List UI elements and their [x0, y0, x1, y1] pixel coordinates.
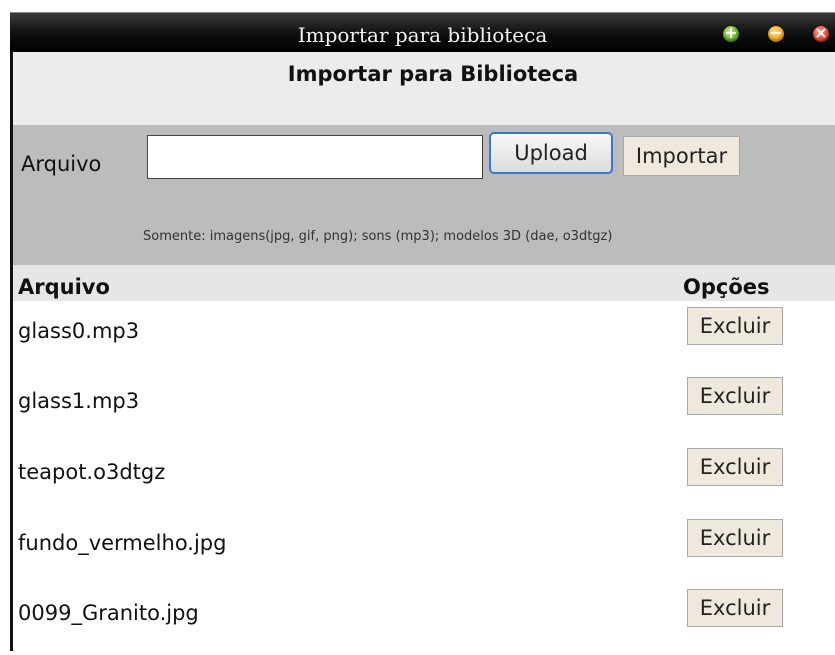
delete-button[interactable]: Excluir [687, 377, 783, 415]
file-name: glass1.mp3 [18, 389, 140, 413]
file-name: 0099_Granito.jpg [18, 601, 199, 625]
delete-button[interactable]: Excluir [687, 519, 783, 557]
file-label: Arquivo [21, 152, 102, 176]
table-row: glass0.mp3 Excluir [13, 303, 835, 373]
table-row: 0099_Granito.jpg Excluir [13, 585, 835, 655]
file-name: teapot.o3dtgz [18, 460, 166, 484]
file-input[interactable] [147, 135, 483, 179]
close-icon: × [814, 23, 828, 42]
file-name: glass0.mp3 [18, 319, 140, 343]
minus-icon: − [769, 23, 783, 42]
table-row: glass1.mp3 Excluir [13, 373, 835, 443]
plus-icon: + [724, 23, 738, 42]
dialog-content: Importar para Biblioteca Arquivo Upload … [10, 52, 835, 651]
allowed-types-hint: Somente: imagens(jpg, gif, png); sons (m… [143, 229, 613, 244]
table-row: fundo_vermelho.jpg Excluir [13, 515, 835, 585]
upload-button[interactable]: Upload [489, 132, 613, 174]
import-button[interactable]: Importar [623, 136, 740, 176]
page-title: Importar para Biblioteca [287, 62, 579, 86]
file-name: fundo_vermelho.jpg [18, 531, 227, 555]
table-row: teapot.o3dtgz Excluir [13, 444, 835, 514]
title-bar: Importar para biblioteca + − × [10, 12, 835, 53]
delete-button[interactable]: Excluir [687, 589, 783, 627]
delete-button[interactable]: Excluir [687, 448, 783, 486]
maximize-button[interactable]: + [723, 23, 739, 42]
column-header-file: Arquivo [18, 275, 110, 299]
column-header-options: Opções [683, 275, 770, 299]
close-button[interactable]: × [813, 23, 829, 42]
delete-button[interactable]: Excluir [687, 307, 783, 345]
window-title: Importar para biblioteca [297, 23, 548, 47]
minimize-button[interactable]: − [768, 23, 784, 42]
